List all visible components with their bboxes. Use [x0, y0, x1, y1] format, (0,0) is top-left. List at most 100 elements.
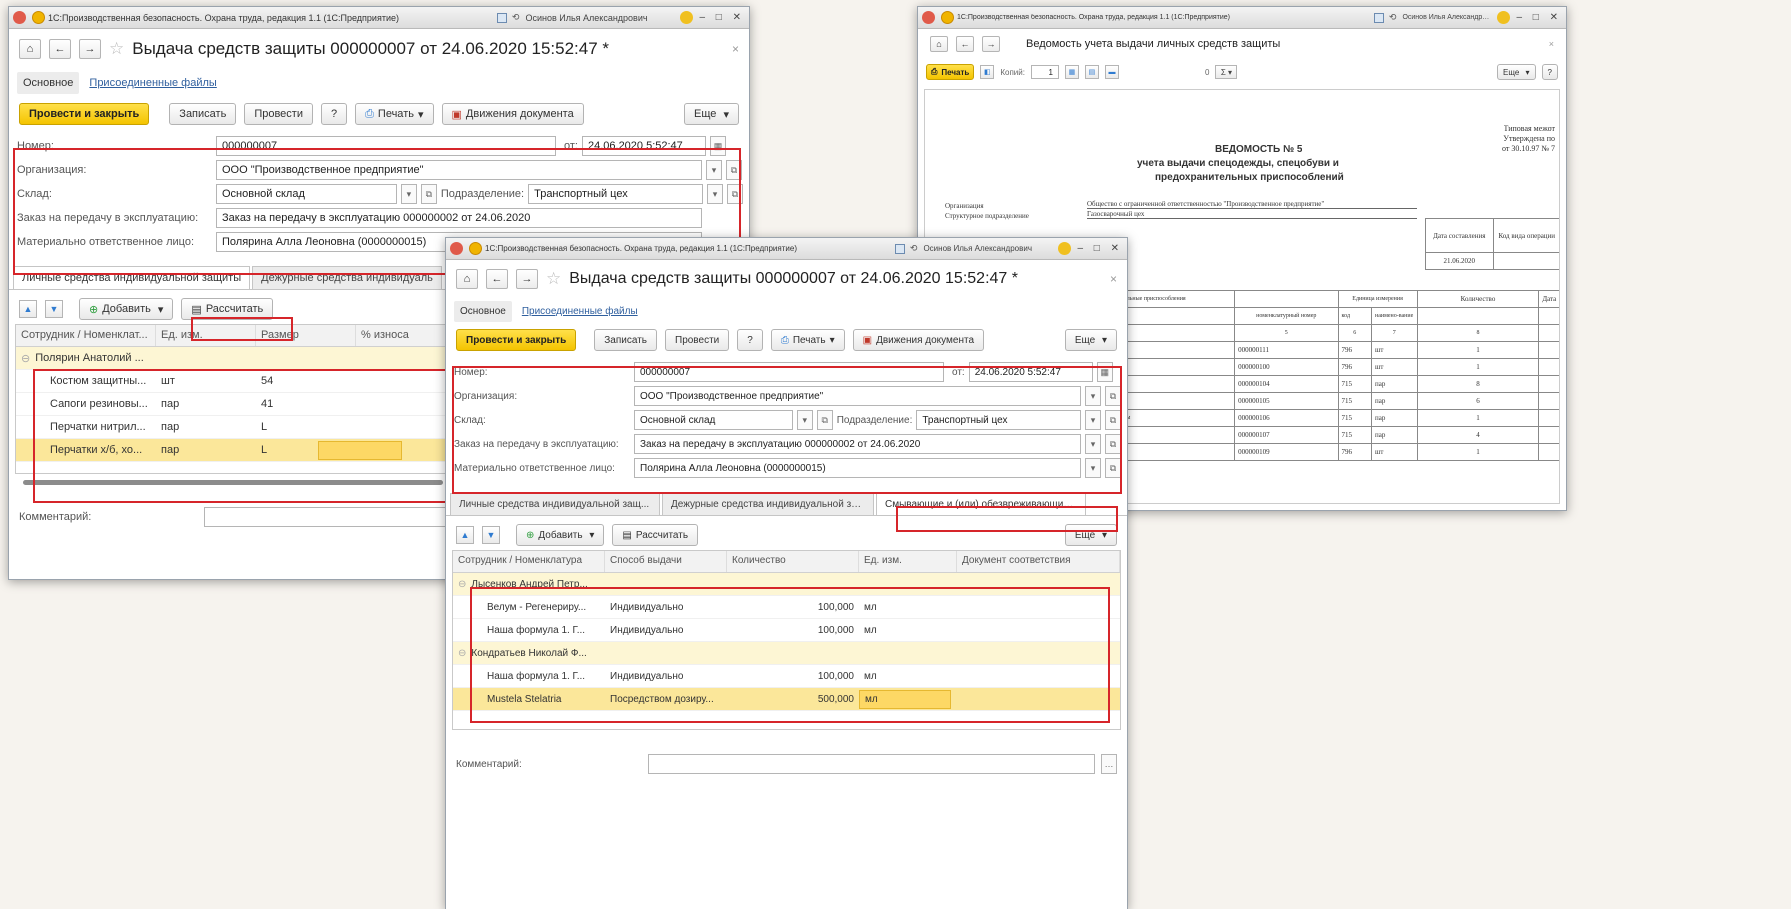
print-button[interactable]: ⎙ Печать ▾: [355, 103, 434, 125]
history-icon[interactable]: ⟲: [512, 12, 520, 23]
tab-duty-ppe[interactable]: Дежурные средства индивидуальной за...: [662, 493, 874, 515]
warehouse-field[interactable]: Основной склад: [216, 184, 397, 204]
close-icon[interactable]: ×: [1549, 39, 1554, 49]
document-movements-button[interactable]: ▣ Движения документа: [852, 329, 985, 351]
back-arrow-icon[interactable]: ←: [49, 39, 71, 59]
order-field[interactable]: Заказ на передачу в эксплуатацию 0000000…: [634, 434, 1081, 454]
tab-personal-ppe[interactable]: Личные средства индивидуальной защиты: [13, 266, 251, 289]
table-row[interactable]: Наша формула 1. Г... Индивидуально 100,000…: [453, 665, 1120, 688]
date-field[interactable]: 24.06.2020 5:52:47: [581, 136, 706, 156]
organization-field[interactable]: ООО "Производственное предприятие": [216, 160, 702, 180]
toolbar-grid-icon[interactable]: [1373, 12, 1384, 23]
close-icon[interactable]: ×: [732, 42, 739, 56]
post-and-close-button[interactable]: Провести и закрыть: [456, 329, 577, 351]
dropdown-icon[interactable]: ▾: [400, 184, 417, 204]
history-icon[interactable]: ⟲: [910, 243, 918, 254]
calculate-button[interactable]: ▤ Рассчитать: [612, 524, 699, 546]
post-button[interactable]: Провести: [244, 103, 313, 125]
open-link-icon[interactable]: ⧉: [727, 184, 743, 204]
dropdown-icon[interactable]: ▾: [1085, 434, 1101, 454]
save-button[interactable]: Записать: [169, 103, 237, 125]
forward-arrow-icon[interactable]: →: [516, 269, 538, 289]
column-header[interactable]: Документ соответствия: [957, 551, 1120, 572]
grid-icon[interactable]: ▤: [1084, 65, 1099, 79]
division-field[interactable]: Транспортный цех: [916, 410, 1081, 430]
report-window-titlebar[interactable]: 1С:Производственная безопасность. Охрана…: [918, 7, 1566, 29]
tab-attached-files[interactable]: Присоединенные файлы: [89, 77, 216, 89]
organization-field[interactable]: ООО "Производственное предприятие": [634, 386, 1081, 406]
horizontal-scrollbar[interactable]: [23, 480, 443, 485]
more-button[interactable]: Еще ▾: [1497, 64, 1536, 80]
unit-cell-active[interactable]: мл: [859, 689, 951, 709]
app-menu-icon[interactable]: [450, 242, 463, 255]
favorite-star-icon[interactable]: ☆: [109, 39, 124, 59]
date-field[interactable]: 24.06.2020 5:52:47: [968, 362, 1093, 382]
more-button[interactable]: Еще ▾: [1064, 329, 1117, 351]
add-button[interactable]: ⊕ Добавить ▾: [79, 298, 174, 320]
column-header[interactable]: Сотрудник / Номенклатура: [453, 551, 605, 572]
info-icon[interactable]: [1058, 242, 1072, 255]
open-link-icon[interactable]: ⧉: [1105, 458, 1121, 478]
home-icon[interactable]: ⌂: [456, 269, 478, 289]
number-field[interactable]: 000000007: [634, 362, 944, 382]
column-header[interactable]: Ед. изм.: [156, 325, 256, 346]
help-button[interactable]: ?: [1541, 64, 1558, 80]
open-link-icon[interactable]: ⧉: [1105, 410, 1121, 430]
sum-icon[interactable]: Σ ▾: [1215, 65, 1238, 79]
home-icon[interactable]: ⌂: [930, 36, 948, 52]
print-button[interactable]: ⎙ Печать: [926, 64, 975, 80]
open-link-icon[interactable]: ⧉: [1105, 386, 1121, 406]
number-field[interactable]: 000000007: [216, 136, 556, 156]
favorite-star-icon[interactable]: ☆: [546, 269, 561, 289]
collapse-icon[interactable]: ⊖: [16, 352, 30, 365]
grid-more-button[interactable]: Еще ▾: [1064, 524, 1117, 546]
forward-arrow-icon[interactable]: →: [982, 36, 1000, 52]
column-header[interactable]: Сотрудник / Номенклат...: [16, 325, 156, 346]
post-button[interactable]: Провести: [665, 329, 730, 351]
more-button[interactable]: Еще ▾: [684, 103, 739, 125]
dropdown-icon[interactable]: ▾: [796, 410, 813, 430]
collapse-icon[interactable]: ⊖: [453, 579, 466, 590]
wear-percent-cell[interactable]: [318, 440, 402, 460]
calculate-button[interactable]: ▤ Рассчитать: [181, 298, 274, 320]
info-icon[interactable]: [1497, 11, 1511, 24]
window-controls[interactable]: – □ ✕: [1516, 12, 1562, 23]
dropdown-icon[interactable]: ▾: [1085, 410, 1101, 430]
table-row[interactable]: Велум - Регенериру... Индивидуально 100,00…: [453, 596, 1120, 619]
edit-icon[interactable]: ▬: [1104, 65, 1119, 79]
open-link-icon[interactable]: ⧉: [816, 410, 833, 430]
tab-main[interactable]: Основное: [454, 300, 512, 322]
column-header[interactable]: % износа: [356, 325, 446, 346]
post-and-close-button[interactable]: Провести и закрыть: [19, 103, 150, 125]
copies-input[interactable]: 1: [1030, 65, 1059, 79]
dropdown-icon[interactable]: ▾: [707, 184, 723, 204]
tab-personal-ppe[interactable]: Личные средства индивидуальной защ...: [450, 493, 660, 515]
column-header[interactable]: Размер: [256, 325, 356, 346]
toolbar-grid-icon[interactable]: [496, 12, 507, 23]
comment-field[interactable]: [648, 754, 1095, 774]
window-controls[interactable]: – □ ✕: [699, 12, 745, 23]
close-icon[interactable]: ×: [1110, 272, 1117, 286]
collapse-icon[interactable]: ⊖: [453, 648, 466, 659]
home-icon[interactable]: ⌂: [19, 39, 41, 59]
move-down-icon[interactable]: ▼: [45, 300, 63, 318]
print-button[interactable]: ⎙ Печать ▾: [770, 329, 845, 351]
add-button[interactable]: ⊕ Добавить ▾: [516, 524, 605, 546]
ellipsis-icon[interactable]: …: [1101, 754, 1117, 774]
tab-duty-ppe[interactable]: Дежурные средства индивидуаль: [252, 266, 442, 289]
info-icon[interactable]: [680, 11, 694, 24]
forward-arrow-icon[interactable]: →: [79, 39, 101, 59]
tab-washing-agents[interactable]: Смывающие и (или) обезвреживающие ...: [876, 493, 1086, 515]
responsible-person-field[interactable]: Полярина Алла Леоновна (0000000015): [634, 458, 1081, 478]
table-row[interactable]: Наша формула 1. Г... Индивидуально 100,000…: [453, 619, 1120, 642]
document-movements-button[interactable]: ▣ Движения документа: [441, 103, 584, 125]
dropdown-icon[interactable]: ▾: [1085, 458, 1101, 478]
app-menu-icon[interactable]: [922, 11, 935, 24]
window-controls[interactable]: – □ ✕: [1077, 243, 1123, 254]
app-menu-icon[interactable]: [13, 11, 26, 24]
save-icon[interactable]: ▦: [1064, 65, 1079, 79]
toolbar-grid-icon[interactable]: [894, 243, 905, 254]
open-link-icon[interactable]: ⧉: [420, 184, 437, 204]
history-icon[interactable]: ⟲: [1389, 12, 1397, 23]
window-titlebar[interactable]: 1С:Производственная безопасность. Охрана…: [446, 238, 1127, 260]
